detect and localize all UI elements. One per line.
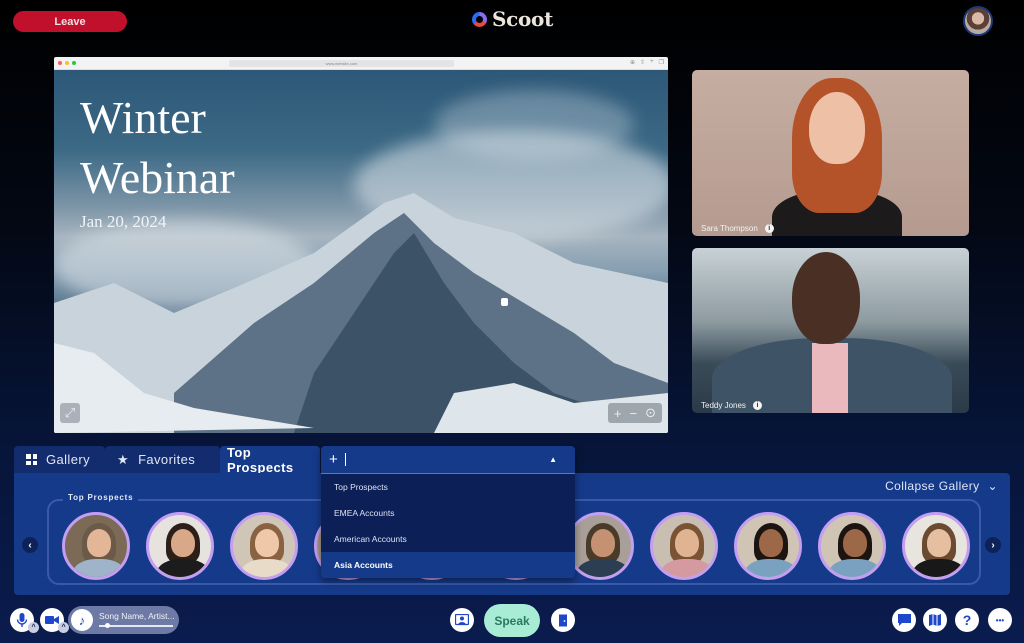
user-avatar[interactable] bbox=[963, 6, 993, 36]
gallery-avatar[interactable] bbox=[650, 512, 718, 580]
grid-icon bbox=[26, 454, 37, 465]
music-player[interactable]: ♪ Song Name, Artist... bbox=[68, 606, 179, 634]
help-button[interactable]: ? bbox=[955, 608, 979, 632]
video-tile-teddy[interactable]: Teddy Jones i bbox=[692, 248, 969, 413]
participant-name: Sara Thompson bbox=[701, 224, 758, 233]
group-dropdown: + ▲ Top Prospects EMEA Accounts American… bbox=[321, 446, 575, 578]
slide-date: Jan 20, 2024 bbox=[80, 212, 167, 231]
plus-icon[interactable]: + bbox=[329, 451, 338, 468]
dropdown-option[interactable]: EMEA Accounts bbox=[321, 500, 575, 526]
more-options-button[interactable]: ••• bbox=[988, 608, 1012, 632]
tab-top-prospects[interactable]: Top Prospects bbox=[220, 444, 320, 475]
presenter-view-button[interactable] bbox=[450, 608, 474, 632]
dropdown-list: Top Prospects EMEA Accounts American Acc… bbox=[321, 474, 575, 578]
speak-button[interactable]: Speak bbox=[484, 604, 540, 637]
song-title: Song Name, Artist... bbox=[99, 611, 175, 621]
cursor-icon bbox=[501, 298, 508, 306]
gallery-next-button[interactable]: › bbox=[985, 537, 1001, 553]
dropdown-option[interactable]: American Accounts bbox=[321, 526, 575, 552]
close-dot-icon bbox=[58, 61, 62, 65]
tab-label: Top Prospects bbox=[227, 444, 294, 475]
gallery-avatar[interactable] bbox=[734, 512, 802, 580]
minimize-dot-icon bbox=[65, 61, 69, 65]
star-icon: ★ bbox=[117, 451, 130, 467]
info-icon[interactable]: i bbox=[752, 401, 762, 410]
maximize-dot-icon bbox=[72, 61, 76, 65]
map-button[interactable] bbox=[923, 608, 947, 632]
participant-label: Sara Thompson i bbox=[701, 224, 774, 233]
group-label: Top Prospects bbox=[63, 493, 139, 502]
gallery-avatar[interactable] bbox=[566, 512, 634, 580]
chat-icon bbox=[897, 614, 911, 626]
participant-label: Teddy Jones i bbox=[701, 401, 762, 410]
presenter-icon bbox=[455, 613, 469, 625]
info-icon[interactable]: i bbox=[764, 224, 774, 233]
music-progress-track[interactable] bbox=[99, 625, 173, 627]
dropdown-option[interactable]: Top Prospects bbox=[321, 474, 575, 500]
browser-toolbar: www.website.com ⊕ ⇧ + ❐ bbox=[54, 57, 668, 70]
more-icon: ••• bbox=[995, 615, 1005, 625]
map-icon bbox=[929, 614, 941, 626]
mic-options-button[interactable]: ^ bbox=[28, 622, 39, 633]
gallery-avatar[interactable] bbox=[62, 512, 130, 580]
leave-button[interactable]: Leave bbox=[13, 11, 127, 32]
gallery-avatar[interactable] bbox=[818, 512, 886, 580]
chevron-up-icon[interactable]: ▲ bbox=[549, 455, 557, 464]
expand-icon[interactable]: ⤢ bbox=[60, 403, 80, 423]
gallery-avatar[interactable] bbox=[230, 512, 298, 580]
gallery-prev-button[interactable]: ‹ bbox=[22, 537, 38, 553]
shared-screen: www.website.com ⊕ ⇧ + ❐ Winter Webinar Jan … bbox=[54, 57, 668, 433]
door-icon bbox=[559, 614, 567, 626]
exit-room-button[interactable] bbox=[551, 608, 575, 632]
microphone-icon bbox=[16, 613, 28, 627]
tab-label: Gallery bbox=[46, 452, 90, 467]
tab-gallery[interactable]: Gallery bbox=[14, 446, 105, 473]
gallery-avatar[interactable] bbox=[902, 512, 970, 580]
music-progress-knob[interactable] bbox=[104, 623, 110, 628]
fit-screen-icon[interactable]: ⊙ bbox=[645, 405, 656, 421]
collapse-gallery-button[interactable]: Collapse Gallery ⌄ bbox=[885, 479, 998, 493]
group-input[interactable]: + ▲ bbox=[321, 446, 575, 474]
tab-favorites[interactable]: ★ Favorites bbox=[105, 446, 220, 473]
text-caret bbox=[344, 453, 346, 466]
tab-label: Favorites bbox=[138, 452, 196, 467]
zoom-controls: + − ⊙ bbox=[607, 403, 662, 423]
brand-name: Scoot bbox=[492, 7, 554, 31]
slide-title: Winter Webinar bbox=[80, 92, 235, 203]
chevron-down-icon: ⌄ bbox=[987, 479, 998, 493]
gallery-avatar[interactable] bbox=[146, 512, 214, 580]
browser-actions: ⊕ ⇧ + ❐ bbox=[630, 59, 664, 66]
brand: Scoot bbox=[472, 7, 553, 31]
slide: Winter Webinar Jan 20, 2024 bbox=[54, 70, 668, 433]
help-icon: ? bbox=[962, 612, 972, 628]
dropdown-option-highlighted[interactable]: Asia Accounts bbox=[321, 552, 575, 578]
camera-options-button[interactable]: ^ bbox=[58, 622, 69, 633]
zoom-out-button[interactable]: − bbox=[630, 406, 638, 421]
browser-url: www.website.com bbox=[229, 60, 454, 67]
zoom-in-button[interactable]: + bbox=[614, 406, 622, 421]
participant-name: Teddy Jones bbox=[701, 401, 746, 410]
video-tile-sara[interactable]: Sara Thompson i bbox=[692, 70, 969, 236]
camera-icon bbox=[45, 616, 59, 624]
chat-button[interactable] bbox=[892, 608, 916, 632]
music-note-icon: ♪ bbox=[71, 609, 93, 631]
scoot-logo-icon bbox=[472, 11, 487, 27]
